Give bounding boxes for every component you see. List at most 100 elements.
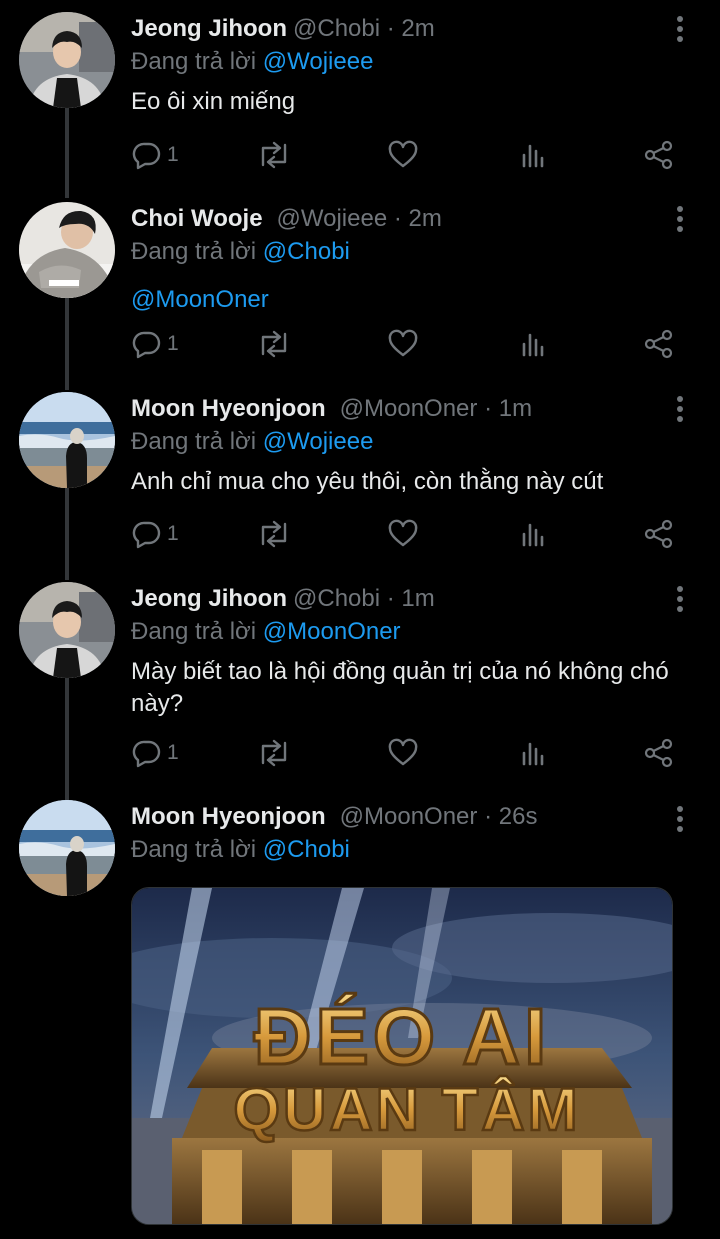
replying-to-label: Đang trả lời — [131, 428, 257, 455]
action-bar: 1 — [131, 324, 681, 364]
like-icon — [387, 518, 419, 550]
share-button[interactable] — [643, 324, 675, 364]
separator: · — [386, 585, 395, 612]
avatar[interactable] — [19, 800, 115, 896]
reply-count: 1 — [167, 522, 179, 545]
avatar[interactable] — [19, 392, 115, 488]
reply-button[interactable]: 1 — [131, 733, 179, 773]
more-icon[interactable] — [670, 204, 690, 234]
timestamp[interactable]: 1m — [401, 585, 434, 612]
like-button[interactable] — [387, 135, 419, 175]
tweet-body: Jeong Jihoon @Chobi · 2m Đang trả lời @Wo… — [131, 12, 680, 118]
timestamp[interactable]: 1m — [499, 395, 532, 422]
image-text-line2: QUAN TÂM — [233, 1076, 580, 1143]
retweet-icon — [257, 139, 291, 171]
tweet-text: @MoonOner — [131, 284, 680, 316]
reply-icon — [131, 518, 163, 550]
reply-button[interactable]: 1 — [131, 514, 179, 554]
retweet-button[interactable] — [257, 733, 291, 773]
like-button[interactable] — [387, 514, 419, 554]
separator: · — [386, 15, 395, 42]
replying-to: Đang trả lời @Chobi — [131, 834, 680, 866]
like-button[interactable] — [387, 324, 419, 364]
avatar[interactable] — [19, 582, 115, 678]
timestamp[interactable]: 2m — [409, 205, 442, 232]
views-icon — [517, 328, 549, 360]
share-icon — [643, 737, 675, 769]
share-button[interactable] — [643, 514, 675, 554]
separator: · — [393, 205, 402, 232]
share-icon — [643, 328, 675, 360]
retweet-button[interactable] — [257, 324, 291, 364]
reply-icon — [131, 328, 163, 360]
replying-to-mention[interactable]: @Chobi — [263, 836, 350, 863]
avatar[interactable] — [19, 12, 115, 108]
display-name[interactable]: Choi Wooje — [131, 205, 263, 232]
replying-to-mention[interactable]: @MoonOner — [263, 618, 401, 645]
more-icon[interactable] — [670, 584, 690, 614]
more-icon[interactable] — [670, 14, 690, 44]
tweet-header: Moon Hyeonjoon @MoonOner · 26s — [131, 800, 680, 834]
share-button[interactable] — [643, 733, 675, 773]
replying-to-label: Đang trả lời — [131, 618, 257, 645]
username[interactable]: @Chobi — [293, 585, 380, 612]
retweet-button[interactable] — [257, 135, 291, 175]
reply-count: 1 — [167, 143, 179, 166]
username[interactable]: @Wojieee — [277, 205, 388, 232]
avatar[interactable] — [19, 202, 115, 298]
username[interactable]: @MoonOner — [340, 803, 478, 830]
like-icon — [387, 139, 419, 171]
reply-count: 1 — [167, 332, 179, 355]
replying-to-mention[interactable]: @Chobi — [263, 238, 350, 265]
display-name[interactable]: Jeong Jihoon — [131, 585, 287, 612]
timestamp[interactable]: 2m — [401, 15, 434, 42]
thread: Jeong Jihoon @Chobi · 2m Đang trả lời @Wo… — [0, 0, 720, 1239]
views-button[interactable] — [517, 733, 549, 773]
tweet-body: Choi Wooje @Wojieee · 2m Đang trả lời @Ch… — [131, 202, 680, 316]
replying-to-mention[interactable]: @Wojieee — [263, 48, 374, 75]
replying-to-mention[interactable]: @Wojieee — [263, 428, 374, 455]
action-bar: 1 — [131, 514, 681, 554]
display-name[interactable]: Jeong Jihoon — [131, 15, 287, 42]
reply-icon — [131, 139, 163, 171]
like-icon — [387, 328, 419, 360]
tweet-body: Jeong Jihoon @Chobi · 1m Đang trả lời @Mo… — [131, 582, 680, 720]
tweet-header: Jeong Jihoon @Chobi · 2m — [131, 12, 680, 46]
image-text-line1: ĐÉO AI — [254, 992, 551, 1081]
display-name[interactable]: Moon Hyeonjoon — [131, 803, 326, 830]
username[interactable]: @Chobi — [293, 15, 380, 42]
reply-button[interactable]: 1 — [131, 324, 179, 364]
username[interactable]: @MoonOner — [340, 395, 478, 422]
views-button[interactable] — [517, 514, 549, 554]
tweet-body: Moon Hyeonjoon @MoonOner · 1m Đang trả lờ… — [131, 392, 680, 498]
share-button[interactable] — [643, 135, 675, 175]
replying-to-label: Đang trả lời — [131, 48, 257, 75]
views-button[interactable] — [517, 135, 549, 175]
separator: · — [484, 395, 493, 422]
replying-to-label: Đang trả lời — [131, 238, 257, 265]
replying-to: Đang trả lời @Wojieee — [131, 46, 680, 78]
replying-to: Đang trả lời @MoonOner — [131, 616, 680, 648]
tweet-header: Choi Wooje @Wojieee · 2m — [131, 202, 680, 236]
like-button[interactable] — [387, 733, 419, 773]
text-mention[interactable]: @MoonOner — [131, 286, 269, 313]
more-icon[interactable] — [670, 394, 690, 424]
timestamp[interactable]: 26s — [499, 803, 538, 830]
more-icon[interactable] — [670, 804, 690, 834]
reply-count: 1 — [167, 741, 179, 764]
tweet-text: Eo ôi xin miếng — [131, 88, 296, 115]
separator: · — [484, 803, 493, 830]
thread-connector — [65, 678, 69, 800]
thread-connector — [65, 298, 69, 390]
views-button[interactable] — [517, 324, 549, 364]
tweet-header: Jeong Jihoon @Chobi · 1m — [131, 582, 680, 616]
display-name[interactable]: Moon Hyeonjoon — [131, 395, 326, 422]
tweet-body: Moon Hyeonjoon @MoonOner · 26s Đang trả l… — [131, 800, 680, 866]
action-bar: 1 — [131, 733, 681, 773]
reply-icon — [131, 737, 163, 769]
tweet-image[interactable]: ĐÉO AI QUAN TÂM — [131, 887, 673, 1225]
retweet-button[interactable] — [257, 514, 291, 554]
reply-button[interactable]: 1 — [131, 135, 179, 175]
replying-to-label: Đang trả lời — [131, 836, 257, 863]
views-icon — [517, 737, 549, 769]
